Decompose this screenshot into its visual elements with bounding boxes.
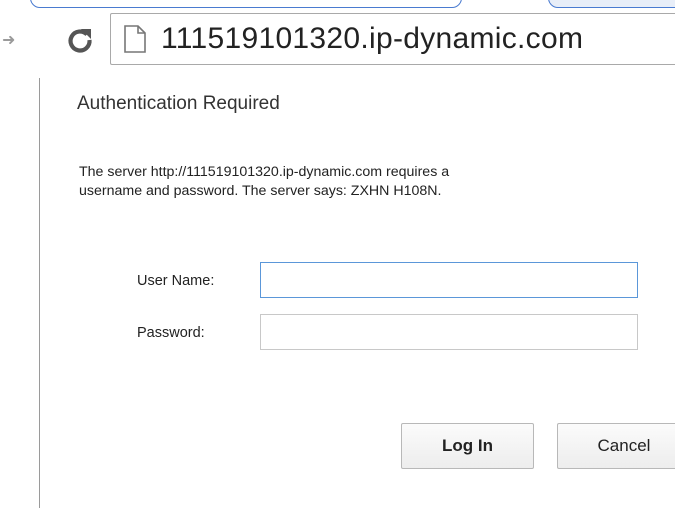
password-label: Password: bbox=[137, 325, 205, 341]
browser-toolbar: ➜ 111519101320.ip-dynamic.com bbox=[0, 8, 675, 78]
address-bar[interactable]: 111519101320.ip-dynamic.com bbox=[110, 13, 675, 65]
cancel-button[interactable]: Cancel bbox=[557, 423, 675, 469]
password-input[interactable] bbox=[260, 314, 638, 350]
dialog-message: The server http://111519101320.ip-dynami… bbox=[79, 163, 659, 201]
reload-icon[interactable] bbox=[66, 26, 94, 54]
tab-strip bbox=[0, 0, 675, 8]
username-input[interactable] bbox=[260, 262, 638, 298]
address-bar-url: 111519101320.ip-dynamic.com bbox=[161, 22, 584, 55]
active-tab[interactable] bbox=[30, 0, 462, 8]
new-tab[interactable] bbox=[548, 0, 675, 8]
login-button[interactable]: Log In bbox=[401, 423, 534, 469]
username-label: User Name: bbox=[137, 273, 215, 289]
page-icon bbox=[124, 25, 146, 53]
auth-dialog: Authentication Required The server http:… bbox=[39, 78, 675, 508]
dialog-message-line-1: The server http://111519101320.ip-dynami… bbox=[79, 164, 450, 180]
dialog-message-line-2: username and password. The server says: … bbox=[79, 183, 442, 199]
dialog-title: Authentication Required bbox=[77, 93, 280, 114]
forward-arrow-icon[interactable]: ➜ bbox=[2, 33, 16, 49]
